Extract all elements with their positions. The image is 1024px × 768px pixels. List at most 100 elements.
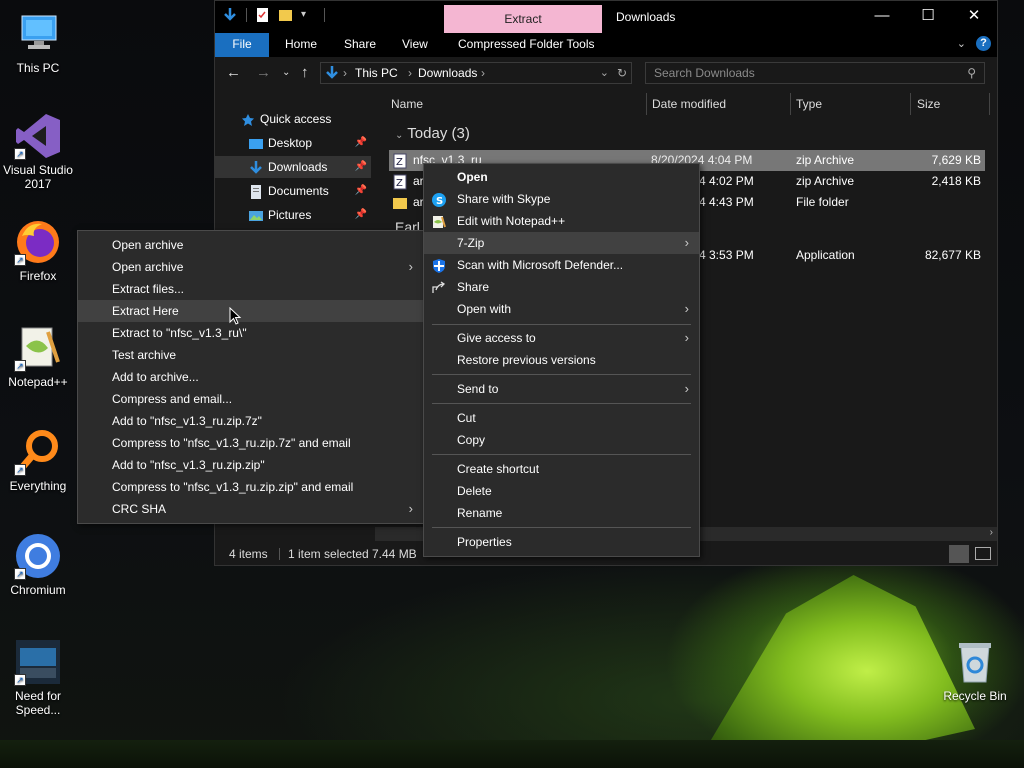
menu-item-extract-to[interactable]: Extract to "nfsc_v1.3_ru\": [78, 322, 423, 344]
group-header-today[interactable]: ⌄ Today (3): [395, 125, 470, 142]
menu-item-add-to-archive[interactable]: Add to archive...: [78, 366, 423, 388]
defender-shield-icon: [432, 258, 446, 273]
nav-item-documents[interactable]: Documents 📌: [215, 180, 371, 202]
nav-item-desktop[interactable]: Desktop 📌: [215, 132, 371, 154]
column-header-type[interactable]: Type: [796, 91, 822, 117]
window-title: Downloads: [616, 10, 676, 24]
refresh-icon[interactable]: ↻: [617, 63, 627, 83]
new-folder-icon[interactable]: [278, 7, 293, 23]
breadcrumb-downloads[interactable]: Downloads: [418, 63, 477, 83]
title-bar[interactable]: ▾ Extract Downloads — ☐ ✕: [215, 1, 997, 33]
wallpaper-tent: [705, 575, 975, 750]
menu-item-extract-here[interactable]: Extract Here: [78, 300, 423, 322]
menu-item-compress-7z-email[interactable]: Compress to "nfsc_v1.3_ru.zip.7z" and em…: [78, 432, 423, 454]
customize-toolbar-icon[interactable]: ▾: [301, 7, 316, 23]
nav-item-downloads[interactable]: Downloads 📌: [215, 156, 371, 178]
forward-arrow-icon[interactable]: →: [256, 64, 271, 81]
nav-item-pictures[interactable]: Pictures 📌: [215, 204, 371, 226]
tab-share[interactable]: Share: [344, 33, 376, 57]
menu-item-cut[interactable]: Cut: [424, 407, 699, 429]
skype-icon: S: [432, 192, 446, 207]
minimize-button[interactable]: —: [859, 1, 905, 33]
menu-item-open-archive[interactable]: Open archive: [78, 234, 423, 256]
menu-item-open[interactable]: Open: [424, 166, 699, 188]
svg-text:Z: Z: [396, 157, 403, 168]
submenu-chevron-icon: ›: [684, 381, 689, 396]
submenu-chevron-icon: ›: [408, 501, 413, 516]
column-header-size[interactable]: Size: [917, 91, 940, 117]
column-header-date-modified[interactable]: Date modified: [652, 91, 726, 117]
svg-text:Z: Z: [396, 178, 403, 189]
menu-item-share[interactable]: Share: [424, 276, 699, 298]
tab-home[interactable]: Home: [285, 33, 317, 57]
column-header-name[interactable]: Name: [391, 91, 423, 117]
search-input[interactable]: Search Downloads ⚲: [645, 62, 985, 84]
menu-item-open-archive-submenu[interactable]: Open archive ›: [78, 256, 423, 278]
submenu-chevron-icon: ›: [684, 301, 689, 316]
desktop-icon-label: Notepad++: [8, 375, 68, 389]
desktop-icon-this-pc[interactable]: This PC: [0, 10, 76, 75]
share-icon: [432, 280, 446, 294]
desktop-folder-icon: [249, 136, 263, 150]
recent-locations-chevron-icon[interactable]: ⌄: [282, 67, 290, 78]
menu-item-delete[interactable]: Delete: [424, 480, 699, 502]
desktop-icon-recycle-bin[interactable]: Recycle Bin: [937, 638, 1013, 703]
firefox-icon: ↗: [14, 218, 62, 266]
desktop-icon-visual-studio[interactable]: ↗ Visual Studio 2017: [0, 112, 76, 191]
download-arrow-icon[interactable]: [223, 7, 238, 23]
close-button[interactable]: ✕: [951, 1, 997, 33]
star-icon: [241, 112, 255, 126]
expand-ribbon-icon[interactable]: ⌄: [957, 37, 966, 50]
selection-size: 7.44 MB: [372, 547, 417, 561]
desktop-icon-chromium[interactable]: ↗ Chromium: [0, 532, 76, 597]
menu-item-open-with[interactable]: Open with ›: [424, 298, 699, 320]
back-arrow-icon[interactable]: ←: [226, 64, 241, 81]
menu-item-create-shortcut[interactable]: Create shortcut: [424, 458, 699, 480]
menu-item-rename[interactable]: Rename: [424, 502, 699, 524]
menu-item-edit-with-notepad-plus-plus[interactable]: Edit with Notepad++: [424, 210, 699, 232]
menu-item-give-access-to[interactable]: Give access to ›: [424, 327, 699, 349]
menu-item-share-with-skype[interactable]: S Share with Skype: [424, 188, 699, 210]
large-icons-view-icon[interactable]: [975, 547, 991, 560]
desktop-icon-label: Need for Speed...: [14, 689, 62, 717]
desktop-icon-firefox[interactable]: ↗ Firefox: [0, 218, 76, 283]
menu-item-copy[interactable]: Copy: [424, 429, 699, 451]
address-bar[interactable]: › This PC › Downloads › ⌄ ↻: [320, 62, 632, 84]
menu-item-scan-with-defender[interactable]: Scan with Microsoft Defender...: [424, 254, 699, 276]
menu-item-send-to[interactable]: Send to ›: [424, 378, 699, 400]
desktop-icon-need-for-speed[interactable]: ↗ Need for Speed...: [0, 638, 76, 717]
scroll-right-icon[interactable]: ›: [990, 527, 993, 538]
maximize-button[interactable]: ☐: [905, 1, 951, 33]
menu-item-properties[interactable]: Properties: [424, 531, 699, 553]
pictures-folder-icon: [249, 208, 263, 222]
download-location-icon: [325, 65, 339, 87]
properties-icon[interactable]: [255, 7, 270, 23]
menu-item-crc-sha[interactable]: CRC SHA ›: [78, 498, 423, 520]
tab-view[interactable]: View: [402, 33, 428, 57]
menu-item-add-to-7z[interactable]: Add to "nfsc_v1.3_ru.zip.7z": [78, 410, 423, 432]
7zip-submenu: Open archive Open archive › Extract files…: [77, 230, 424, 524]
menu-item-compress-and-email[interactable]: Compress and email...: [78, 388, 423, 410]
desktop-icon-everything[interactable]: ↗ Everything: [0, 428, 76, 493]
tab-compressed-folder-tools[interactable]: Compressed Folder Tools: [458, 33, 595, 57]
shortcut-arrow-icon: ↗: [14, 674, 26, 686]
desktop-icon-notepad-plus-plus[interactable]: ↗ Notepad++: [0, 324, 76, 389]
tab-file[interactable]: File: [215, 33, 269, 57]
menu-item-compress-zip-email[interactable]: Compress to "nfsc_v1.3_ru.zip.zip" and e…: [78, 476, 423, 498]
menu-item-restore-previous-versions[interactable]: Restore previous versions: [424, 349, 699, 371]
up-arrow-icon[interactable]: ↑: [301, 64, 309, 81]
address-history-chevron-icon[interactable]: ⌄: [600, 63, 609, 83]
collapse-chevron-icon: ⌄: [395, 130, 404, 141]
menu-item-test-archive[interactable]: Test archive: [78, 344, 423, 366]
breadcrumb-this-pc[interactable]: This PC: [355, 63, 398, 83]
details-view-icon[interactable]: [949, 545, 969, 563]
menu-item-extract-files[interactable]: Extract files...: [78, 278, 423, 300]
menu-item-7zip[interactable]: 7-Zip ›: [424, 232, 699, 254]
desktop-icon-label: This PC: [16, 61, 60, 75]
nav-quick-access[interactable]: Quick access: [215, 108, 371, 130]
desktop-icon-label: Firefox: [19, 269, 57, 283]
extract-contextual-tab[interactable]: Extract: [444, 5, 602, 33]
help-icon[interactable]: ?: [976, 36, 991, 51]
menu-item-add-to-zip[interactable]: Add to "nfsc_v1.3_ru.zip.zip": [78, 454, 423, 476]
recycle-bin-icon: [951, 638, 999, 686]
